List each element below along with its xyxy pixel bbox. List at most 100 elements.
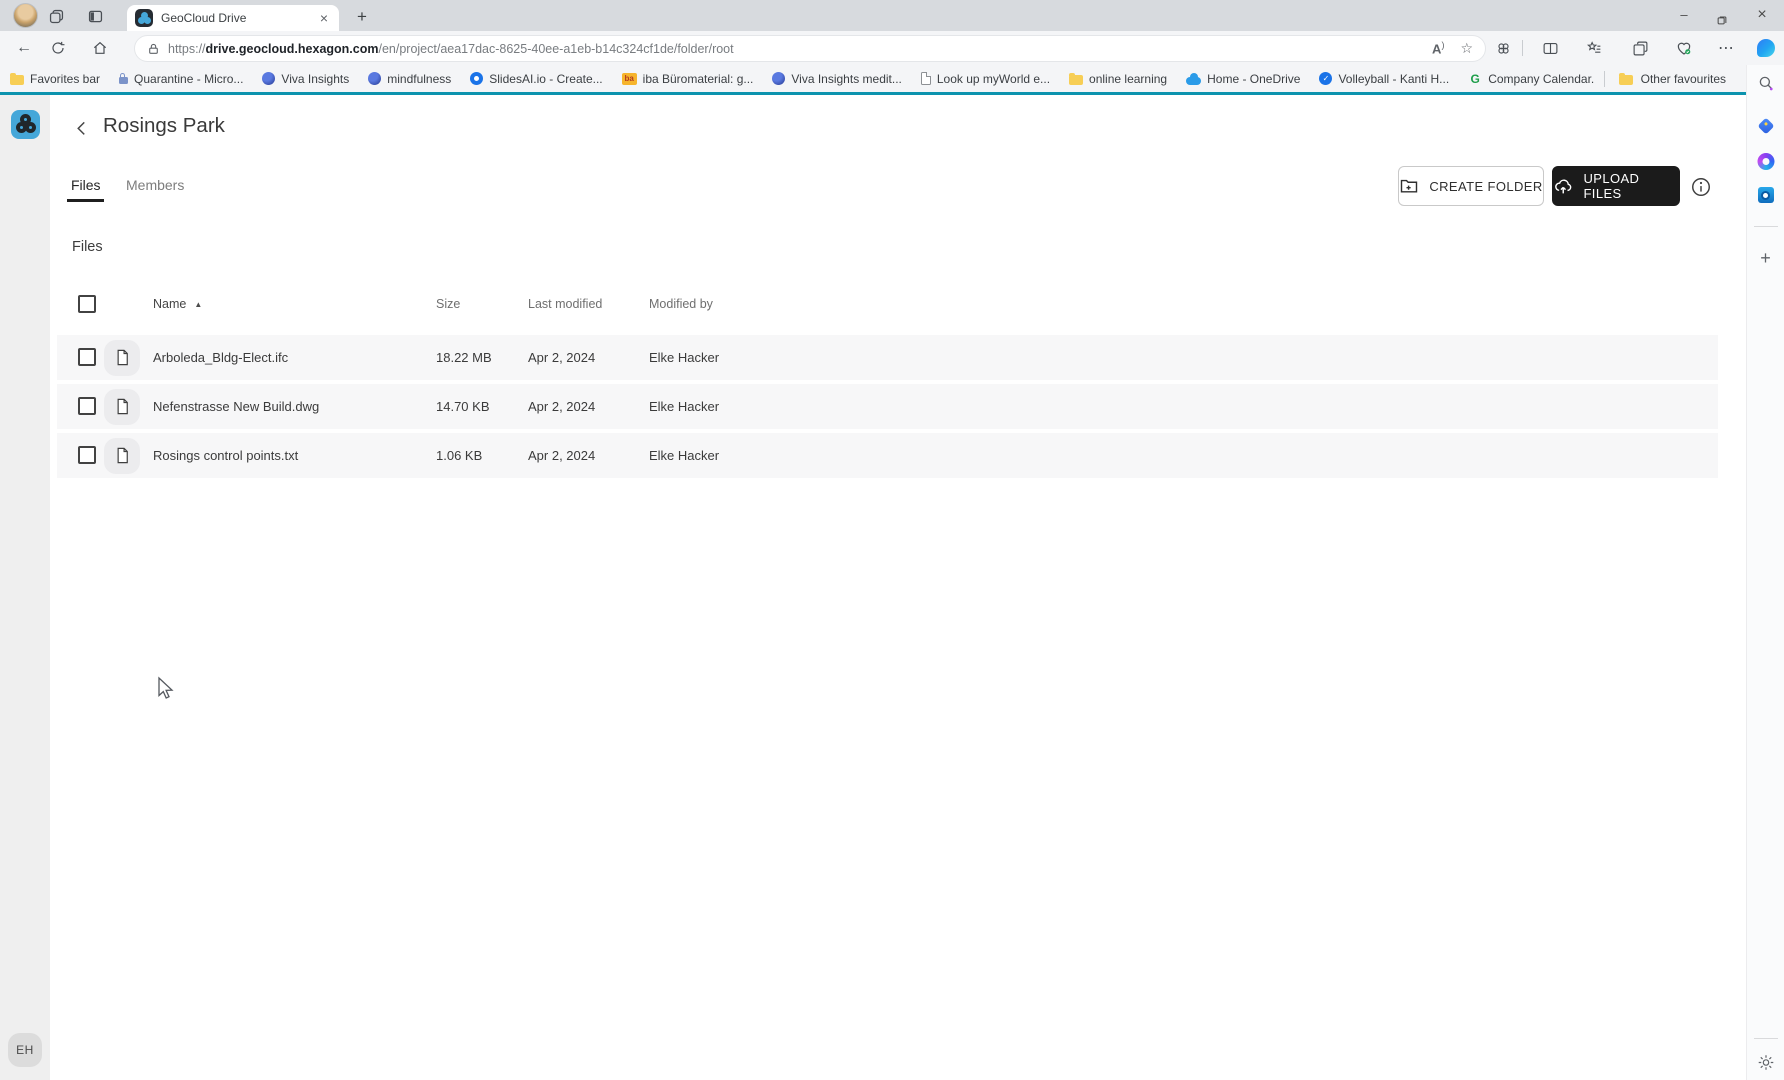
- file-row[interactable]: Arboleda_Bldg-Elect.ifc 18.22 MB Apr 2, …: [57, 335, 1718, 380]
- file-type-icon: [104, 340, 140, 376]
- file-modified-by: Elke Hacker: [649, 399, 719, 414]
- bookmark-item[interactable]: G Company Calendar...: [1468, 72, 1601, 86]
- column-header-name[interactable]: Name▲: [153, 297, 202, 311]
- bookmark-item[interactable]: Viva Insights: [262, 72, 349, 86]
- copilot-icon[interactable]: [1756, 38, 1776, 58]
- tab-title: GeoCloud Drive: [161, 11, 317, 25]
- bookmark-label: iba Büromaterial: g...: [643, 72, 754, 86]
- sort-ascending-icon[interactable]: ▲: [194, 300, 202, 309]
- bookmark-item[interactable]: Quarantine - Micro...: [119, 72, 243, 86]
- bookmark-item[interactable]: ba iba Büromaterial: g...: [622, 72, 754, 86]
- file-name[interactable]: Nefenstrasse New Build.dwg: [153, 399, 319, 414]
- viva-icon: [772, 72, 785, 85]
- favorites-icon[interactable]: [1584, 38, 1604, 58]
- bookmark-item[interactable]: Look up myWorld e...: [921, 72, 1050, 86]
- new-tab-button[interactable]: +: [350, 5, 374, 29]
- vertical-tabs-icon[interactable]: [85, 6, 105, 26]
- browser-toolbar: ← https://drive.geocloud.hexagon.com/en/…: [0, 31, 1784, 65]
- browser-essentials-icon[interactable]: [1674, 38, 1694, 58]
- browser-tab-geocloud-drive[interactable]: GeoCloud Drive ×: [127, 5, 339, 31]
- collections-icon[interactable]: [1630, 38, 1650, 58]
- home-icon[interactable]: [90, 38, 110, 58]
- window-close-button[interactable]: ×: [1745, 0, 1779, 31]
- window-restore-button[interactable]: [1705, 7, 1739, 31]
- rail-add-icon[interactable]: +: [1760, 248, 1771, 269]
- upload-files-label: UPLOAD FILES: [1583, 171, 1679, 201]
- user-avatar[interactable]: EH: [8, 1033, 42, 1067]
- address-bar[interactable]: https://drive.geocloud.hexagon.com/en/pr…: [134, 35, 1486, 62]
- microsoft-365-icon[interactable]: [1757, 153, 1774, 170]
- row-checkbox[interactable]: [78, 397, 96, 415]
- rail-divider-bottom: [1754, 1038, 1778, 1039]
- create-folder-button[interactable]: CREATE FOLDER: [1398, 166, 1544, 206]
- bookmark-item[interactable]: online learning: [1069, 72, 1167, 86]
- other-favourites-label: Other favourites: [1641, 72, 1726, 86]
- workspaces-icon[interactable]: [46, 6, 66, 26]
- bookmark-label: mindfulness: [387, 72, 451, 86]
- file-row[interactable]: Nefenstrasse New Build.dwg 14.70 KB Apr …: [57, 384, 1718, 429]
- browser-tab-strip: GeoCloud Drive × + – ×: [0, 0, 1784, 31]
- bookmark-label: Volleyball - Kanti H...: [1338, 72, 1449, 86]
- lock-icon: [119, 77, 128, 84]
- page-title: Rosings Park: [103, 114, 225, 138]
- select-all-checkbox[interactable]: [78, 295, 96, 313]
- rail-divider: [1754, 226, 1778, 227]
- doc-icon: [921, 72, 931, 85]
- back-icon[interactable]: ←: [14, 38, 34, 58]
- column-header-size[interactable]: Size: [436, 297, 460, 311]
- slides-icon: [470, 72, 483, 85]
- geocloud-logo[interactable]: [11, 110, 40, 139]
- refresh-icon[interactable]: [48, 38, 68, 58]
- url-text[interactable]: https://drive.geocloud.hexagon.com/en/pr…: [168, 42, 1422, 56]
- viva-icon: [262, 72, 275, 85]
- check-icon: ✓: [1319, 72, 1332, 85]
- bookmark-item[interactable]: Favorites bar: [10, 72, 100, 86]
- bookmark-label: Look up myWorld e...: [937, 72, 1050, 86]
- site-lock-icon[interactable]: [147, 42, 160, 56]
- settings-more-icon[interactable]: ⋯: [1716, 38, 1736, 58]
- other-favourites[interactable]: Other favourites: [1594, 65, 1726, 92]
- folder-plus-icon: [1399, 176, 1419, 196]
- sidebar-search-icon[interactable]: [1757, 74, 1775, 92]
- read-aloud-icon[interactable]: A: [1432, 40, 1444, 56]
- create-folder-label: CREATE FOLDER: [1429, 179, 1542, 194]
- column-header-modified-by[interactable]: Modified by: [649, 297, 713, 311]
- bookmark-item[interactable]: ✓ Volleyball - Kanti H...: [1319, 72, 1449, 86]
- bookmark-item[interactable]: SlidesAI.io - Create...: [470, 72, 602, 86]
- app-sidebar: EH: [0, 95, 50, 1080]
- bookmarks-bar: Favorites bar Quarantine - Micro... Viva…: [0, 65, 1746, 92]
- tab-members[interactable]: Members: [126, 177, 184, 193]
- geocloud-page: EH Rosings Park Files Members CREATE FOL…: [0, 92, 1746, 1080]
- add-favorite-icon[interactable]: ☆: [1460, 40, 1473, 57]
- shopping-icon[interactable]: [1760, 120, 1772, 132]
- outlook-icon[interactable]: [1758, 187, 1774, 203]
- files-section-title: Files: [72, 239, 103, 255]
- back-button[interactable]: [72, 118, 92, 138]
- extensions-icon[interactable]: [1493, 38, 1513, 58]
- row-checkbox[interactable]: [78, 446, 96, 464]
- info-icon[interactable]: [1690, 176, 1712, 198]
- url-scheme: https://: [168, 42, 206, 56]
- rail-settings-gear-icon[interactable]: [1756, 1053, 1775, 1072]
- bookmark-label: online learning: [1089, 72, 1167, 86]
- file-name[interactable]: Arboleda_Bldg-Elect.ifc: [153, 350, 288, 365]
- file-row[interactable]: Rosings control points.txt 1.06 KB Apr 2…: [57, 433, 1718, 478]
- bookmark-label: SlidesAI.io - Create...: [489, 72, 602, 86]
- column-header-last-modified[interactable]: Last modified: [528, 297, 602, 311]
- viva-icon: [368, 72, 381, 85]
- browser-profile-avatar[interactable]: [13, 3, 38, 28]
- row-checkbox[interactable]: [78, 348, 96, 366]
- bookmark-item[interactable]: Viva Insights medit...: [772, 72, 902, 86]
- tab-close-icon[interactable]: ×: [317, 10, 331, 26]
- file-modified-by: Elke Hacker: [649, 350, 719, 365]
- window-minimize-button[interactable]: –: [1667, 0, 1701, 31]
- bookmark-label: Quarantine - Micro...: [134, 72, 243, 86]
- upload-files-button[interactable]: UPLOAD FILES: [1552, 166, 1680, 206]
- file-last-modified: Apr 2, 2024: [528, 350, 595, 365]
- file-name[interactable]: Rosings control points.txt: [153, 448, 298, 463]
- split-screen-icon[interactable]: [1540, 38, 1560, 58]
- bookmark-item[interactable]: Home - OneDrive: [1186, 72, 1300, 86]
- tab-files[interactable]: Files: [71, 177, 101, 193]
- bookmark-label: Home - OneDrive: [1207, 72, 1300, 86]
- bookmark-item[interactable]: mindfulness: [368, 72, 451, 86]
